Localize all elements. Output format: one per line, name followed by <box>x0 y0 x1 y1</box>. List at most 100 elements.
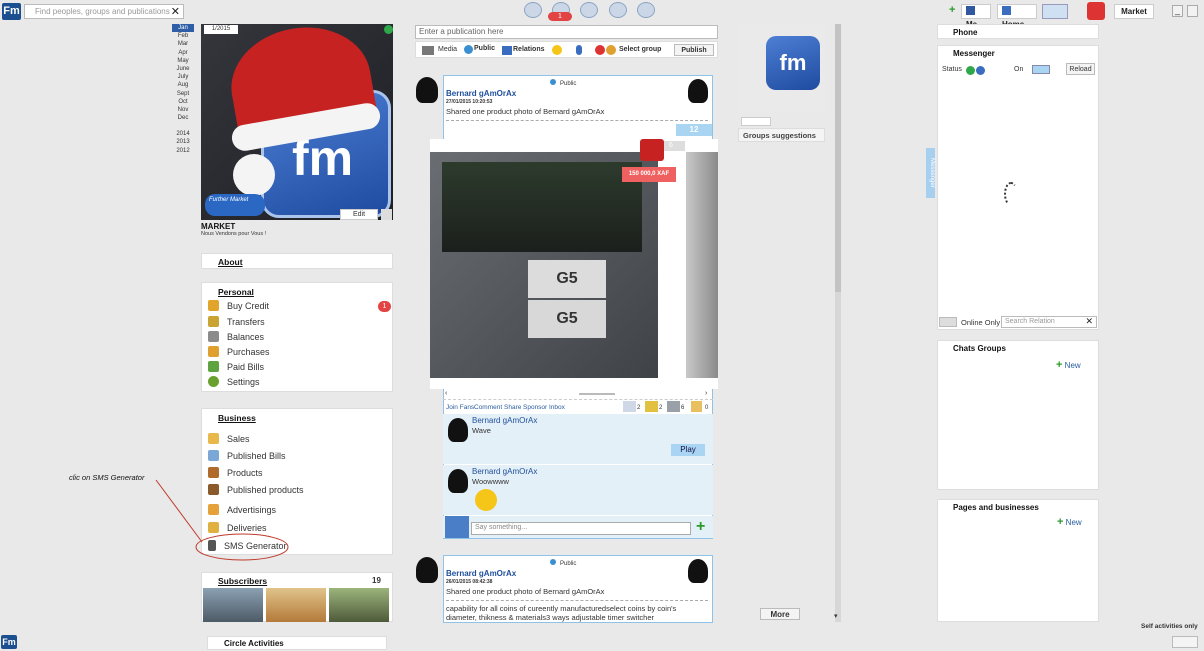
menu-sales[interactable]: Sales <box>208 433 250 446</box>
author-avatar-small[interactable] <box>688 559 708 583</box>
clear-icon[interactable]: ✕ <box>1085 316 1093 327</box>
share-count-icon[interactable] <box>667 401 680 412</box>
month-item[interactable]: May <box>172 57 194 65</box>
share-link[interactable]: Share <box>504 404 521 411</box>
feed-scrollbar[interactable] <box>835 24 841 622</box>
commenter-avatar[interactable] <box>448 418 468 442</box>
commenter-avatar[interactable] <box>448 469 468 493</box>
comment-count-icon[interactable] <box>691 401 702 412</box>
more-button[interactable]: More <box>760 608 800 620</box>
subscribers-title[interactable]: Subscribers <box>218 576 267 586</box>
post-author[interactable]: Bernard gAmOrAx <box>446 89 516 98</box>
scroll-left-icon[interactable]: ‹ <box>445 390 447 397</box>
post-author[interactable]: Bernard gAmOrAx <box>446 569 516 578</box>
scroll-down-icon[interactable]: ▾ <box>834 612 838 620</box>
status-toggle[interactable] <box>1032 65 1050 74</box>
year-item[interactable]: 2013 <box>172 138 194 146</box>
month-item[interactable]: July <box>172 73 194 81</box>
author-avatar[interactable] <box>416 77 438 103</box>
play-button[interactable]: Play <box>671 444 705 456</box>
about-link[interactable]: About <box>218 257 243 267</box>
new-page-button[interactable]: + New <box>1057 516 1082 528</box>
select-group-button[interactable]: Select group <box>619 46 661 53</box>
author-avatar-small[interactable] <box>688 79 708 103</box>
commenter-name[interactable]: Bernard gAmOrAx <box>472 467 537 476</box>
sponsor-link[interactable]: Sponsor <box>523 404 547 411</box>
menu-paid-bills[interactable]: Paid Bills <box>208 361 264 374</box>
month-item[interactable]: Oct <box>172 98 194 106</box>
minimize-button[interactable]: _ <box>1172 5 1183 17</box>
menu-transfers[interactable]: Transfers <box>208 316 265 329</box>
new-chat-group-button[interactable]: + New <box>1056 359 1081 371</box>
profile-photo[interactable]: 1/2015 fm Further Market Edit <box>201 24 393 220</box>
search-input[interactable]: Find peoples, groups and publications ✕ <box>24 4 184 19</box>
gallery-scroll[interactable]: ‹ › <box>443 390 713 398</box>
search-relation-input[interactable]: Search Relation ✕ <box>1001 316 1097 328</box>
phone-title[interactable]: Phone <box>953 28 977 37</box>
product-photo[interactable]: G5 G5 <box>430 152 658 378</box>
public-button[interactable]: Public <box>474 45 495 52</box>
subscriber-photo[interactable] <box>266 588 326 622</box>
year-item[interactable]: 2014 <box>172 130 194 138</box>
circle-activities-title[interactable]: Circle Activities <box>224 639 284 648</box>
add-icon[interactable]: + <box>949 5 958 16</box>
month-item[interactable]: June <box>172 65 194 73</box>
scroll-thumb[interactable] <box>835 24 841 292</box>
media-button[interactable]: Media <box>438 46 457 53</box>
subscriber-photo[interactable] <box>203 588 263 622</box>
friends-icon[interactable] <box>580 2 598 18</box>
mic-icon[interactable] <box>445 516 469 538</box>
inbox-link[interactable]: Inbox <box>549 404 565 411</box>
self-activities-toggle[interactable] <box>1172 636 1198 648</box>
product-photo-next[interactable] <box>686 152 718 378</box>
market-button[interactable]: Market <box>1114 4 1154 19</box>
month-item[interactable]: Aug <box>172 81 194 89</box>
month-item[interactable]: Mar <box>172 40 194 48</box>
menu-purchases[interactable]: Purchases <box>208 346 270 359</box>
comment-link[interactable]: Comment <box>474 404 502 411</box>
year-item[interactable]: 2012 <box>172 147 194 155</box>
menu-settings[interactable]: Settings <box>208 376 260 389</box>
messenger-tab[interactable]: Messenger <box>926 148 935 198</box>
menu-published-bills[interactable]: Published Bills <box>208 450 286 463</box>
publication-input[interactable]: Enter a publication here <box>415 25 718 39</box>
maximize-button[interactable] <box>1187 5 1198 17</box>
footer-logo[interactable]: Fm <box>1 635 17 649</box>
commenter-name[interactable]: Bernard gAmOrAx <box>472 416 537 425</box>
like-icon[interactable] <box>623 401 636 412</box>
month-item[interactable]: Feb <box>172 32 194 40</box>
fans-icon[interactable] <box>645 401 658 412</box>
emoji-icon[interactable] <box>552 45 562 55</box>
me-button[interactable]: Me <box>961 4 991 29</box>
online-only-toggle[interactable] <box>939 317 957 327</box>
edit-button[interactable]: Edit <box>340 209 378 220</box>
scroll-right-icon[interactable]: › <box>705 390 707 397</box>
month-item[interactable]: Sept <box>172 90 194 98</box>
microphone-icon[interactable] <box>576 45 582 55</box>
clear-icon[interactable]: ✕ <box>171 5 180 18</box>
month-item[interactable]: Apr <box>172 49 194 57</box>
subscriber-photo[interactable] <box>329 588 389 622</box>
group-photo[interactable]: fm <box>738 24 825 112</box>
relations-button[interactable]: Relations <box>513 46 545 53</box>
author-avatar[interactable] <box>416 557 438 583</box>
month-item[interactable]: Jan <box>172 24 194 33</box>
basket-icon[interactable] <box>640 139 664 161</box>
publish-button[interactable]: Publish <box>674 44 714 56</box>
reload-button[interactable]: Reload <box>1066 63 1095 75</box>
home-button[interactable]: Home <box>997 4 1037 29</box>
comment-input[interactable]: Say something... <box>471 522 691 535</box>
month-item[interactable]: Dec <box>172 114 194 122</box>
settings-icon[interactable] <box>381 209 392 220</box>
profile-icon[interactable] <box>524 2 542 18</box>
chat-icon[interactable] <box>609 2 627 18</box>
menu-buy-credit[interactable]: Buy Credit <box>208 300 269 313</box>
menu-balances[interactable]: Balances <box>208 331 264 344</box>
switch-icon[interactable] <box>1042 4 1068 19</box>
app-logo[interactable]: Fm <box>2 3 21 20</box>
group-pager[interactable] <box>741 117 771 126</box>
send-icon[interactable]: + <box>696 519 705 535</box>
basket-icon[interactable] <box>1087 2 1105 20</box>
cart-icon[interactable] <box>637 2 655 18</box>
join-fans-link[interactable]: Join Fans <box>446 404 474 411</box>
